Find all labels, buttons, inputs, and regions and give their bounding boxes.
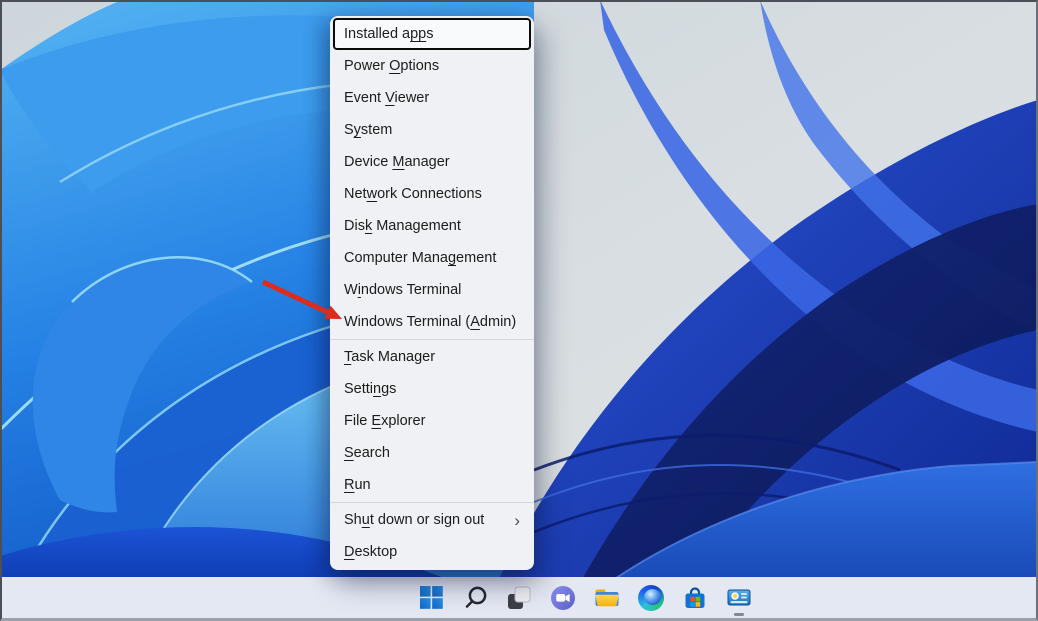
menu-item-run[interactable]: Run [333,469,531,501]
taskbar [0,577,1038,618]
menu-item-search[interactable]: Search [333,437,531,469]
menu-item-label: Windows Terminal [344,282,461,298]
menu-item-label: Desktop [344,544,397,560]
file-explorer-button[interactable] [585,577,629,618]
menu-item-shut-down-or-sign-out[interactable]: Shut down or sign out › [333,504,531,536]
menu-item-label: Event Viewer [344,90,429,106]
file-explorer-icon [594,586,620,610]
menu-divider [330,339,534,340]
taskbar-icons [409,577,761,618]
menu-item-label: Power Options [344,58,439,74]
menu-item-event-viewer[interactable]: Event Viewer [333,82,531,114]
menu-item-label: System [344,122,392,138]
menu-item-label: Run [344,477,371,493]
menu-item-power-options[interactable]: Power Options [333,50,531,82]
edge-icon [638,585,664,611]
menu-item-settings[interactable]: Settings [333,373,531,405]
menu-item-installed-apps[interactable]: Installed apps [333,18,531,50]
menu-item-desktop[interactable]: Desktop [333,536,531,568]
running-app-button[interactable] [717,577,761,618]
chat-icon [550,585,576,611]
menu-item-label: Shut down or sign out [344,512,484,528]
running-indicator [734,613,744,616]
menu-item-label: Settings [344,381,396,397]
edge-button[interactable] [629,577,673,618]
menu-item-file-explorer[interactable]: File Explorer [333,405,531,437]
menu-item-label: Computer Management [344,250,496,266]
menu-item-label: Task Manager [344,349,435,365]
store-icon [682,585,708,611]
winx-menu: Installed apps Power Options Event Viewer S… [330,16,534,570]
search-icon [463,585,488,610]
menu-item-windows-terminal[interactable]: Windows Terminal [333,274,531,306]
menu-item-disk-management[interactable]: Disk Management [333,210,531,242]
menu-item-task-manager[interactable]: Task Manager [333,341,531,373]
menu-item-network-connections[interactable]: Network Connections [333,178,531,210]
menu-item-device-manager[interactable]: Device Manager [333,146,531,178]
windows-start-icon [420,586,443,609]
search-button[interactable] [453,577,497,618]
menu-divider [330,502,534,503]
menu-item-system[interactable]: System [333,114,531,146]
menu-item-label: Installed apps [344,26,434,42]
task-view-icon [507,586,531,610]
menu-item-label: Network Connections [344,186,482,202]
menu-item-label: Device Manager [344,154,450,170]
menu-item-windows-terminal-admin[interactable]: Windows Terminal (Admin) [333,306,531,338]
running-app-icon [727,588,751,608]
start-button[interactable] [409,577,453,618]
task-view-button[interactable] [497,577,541,618]
menu-item-label: File Explorer [344,413,425,429]
submenu-chevron-icon: › [514,512,520,529]
store-button[interactable] [673,577,717,618]
menu-item-label: Windows Terminal (Admin) [344,314,516,330]
menu-item-computer-management[interactable]: Computer Management [333,242,531,274]
menu-item-label: Search [344,445,390,461]
screen: Installed apps Power Options Event Viewer S… [0,0,1038,621]
chat-button[interactable] [541,577,585,618]
menu-item-label: Disk Management [344,218,461,234]
